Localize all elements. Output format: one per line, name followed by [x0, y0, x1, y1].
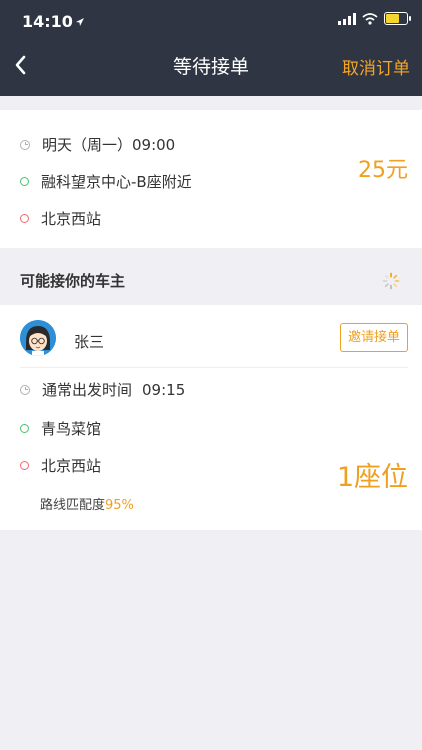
driver-end-row: 北京西站 [20, 455, 101, 476]
driver-name: 张三 [74, 333, 105, 351]
avatar-face-icon [20, 320, 56, 356]
invite-order-button[interactable]: 邀请接单 [340, 323, 408, 352]
loading-spinner-icon [382, 272, 400, 290]
clock-icon [20, 139, 30, 150]
driver-avatar [20, 320, 56, 356]
driver-usual-time-row: 通常出发时间 09:15 [20, 379, 185, 400]
driver-end: 北京西站 [41, 457, 102, 475]
cancel-order-button[interactable]: 取消订单 [342, 54, 410, 79]
order-end-row: 北京西站 [20, 208, 101, 229]
order-price: 25元 [358, 158, 408, 183]
end-dot-icon [20, 214, 29, 223]
route-match-value: 95% [105, 498, 134, 513]
driver-start: 青鸟菜馆 [41, 420, 102, 438]
order-time: 明天（周一）09:00 [42, 136, 176, 154]
order-end: 北京西站 [41, 210, 102, 228]
order-start-row: 融科望京中心-B座附近 [20, 171, 192, 192]
status-time: 14:10 [22, 12, 73, 31]
end-dot-icon [20, 461, 29, 470]
order-start: 融科望京中心-B座附近 [41, 173, 192, 191]
divider [20, 367, 408, 368]
status-indicators [338, 12, 411, 25]
drivers-section-title: 可能接你的车主 [20, 272, 126, 290]
battery-icon [384, 12, 411, 25]
usual-time-label: 通常出发时间 [42, 381, 133, 399]
header-bar: 14:10 等待接单 取消订单 [0, 0, 422, 96]
start-dot-icon [20, 177, 29, 186]
route-match-label: 路线匹配度 [40, 498, 106, 513]
seats-count: 1座位 [336, 462, 408, 493]
signal-icon [338, 12, 356, 25]
order-time-row: 明天（周一）09:00 [20, 134, 175, 155]
clock-icon [20, 384, 30, 395]
route-match: 路线匹配度95% [40, 494, 134, 513]
start-dot-icon [20, 424, 29, 433]
location-arrow-icon [76, 18, 84, 26]
usual-time-value: 09:15 [142, 380, 186, 399]
driver-start-row: 青鸟菜馆 [20, 418, 101, 439]
wifi-icon [362, 12, 378, 25]
